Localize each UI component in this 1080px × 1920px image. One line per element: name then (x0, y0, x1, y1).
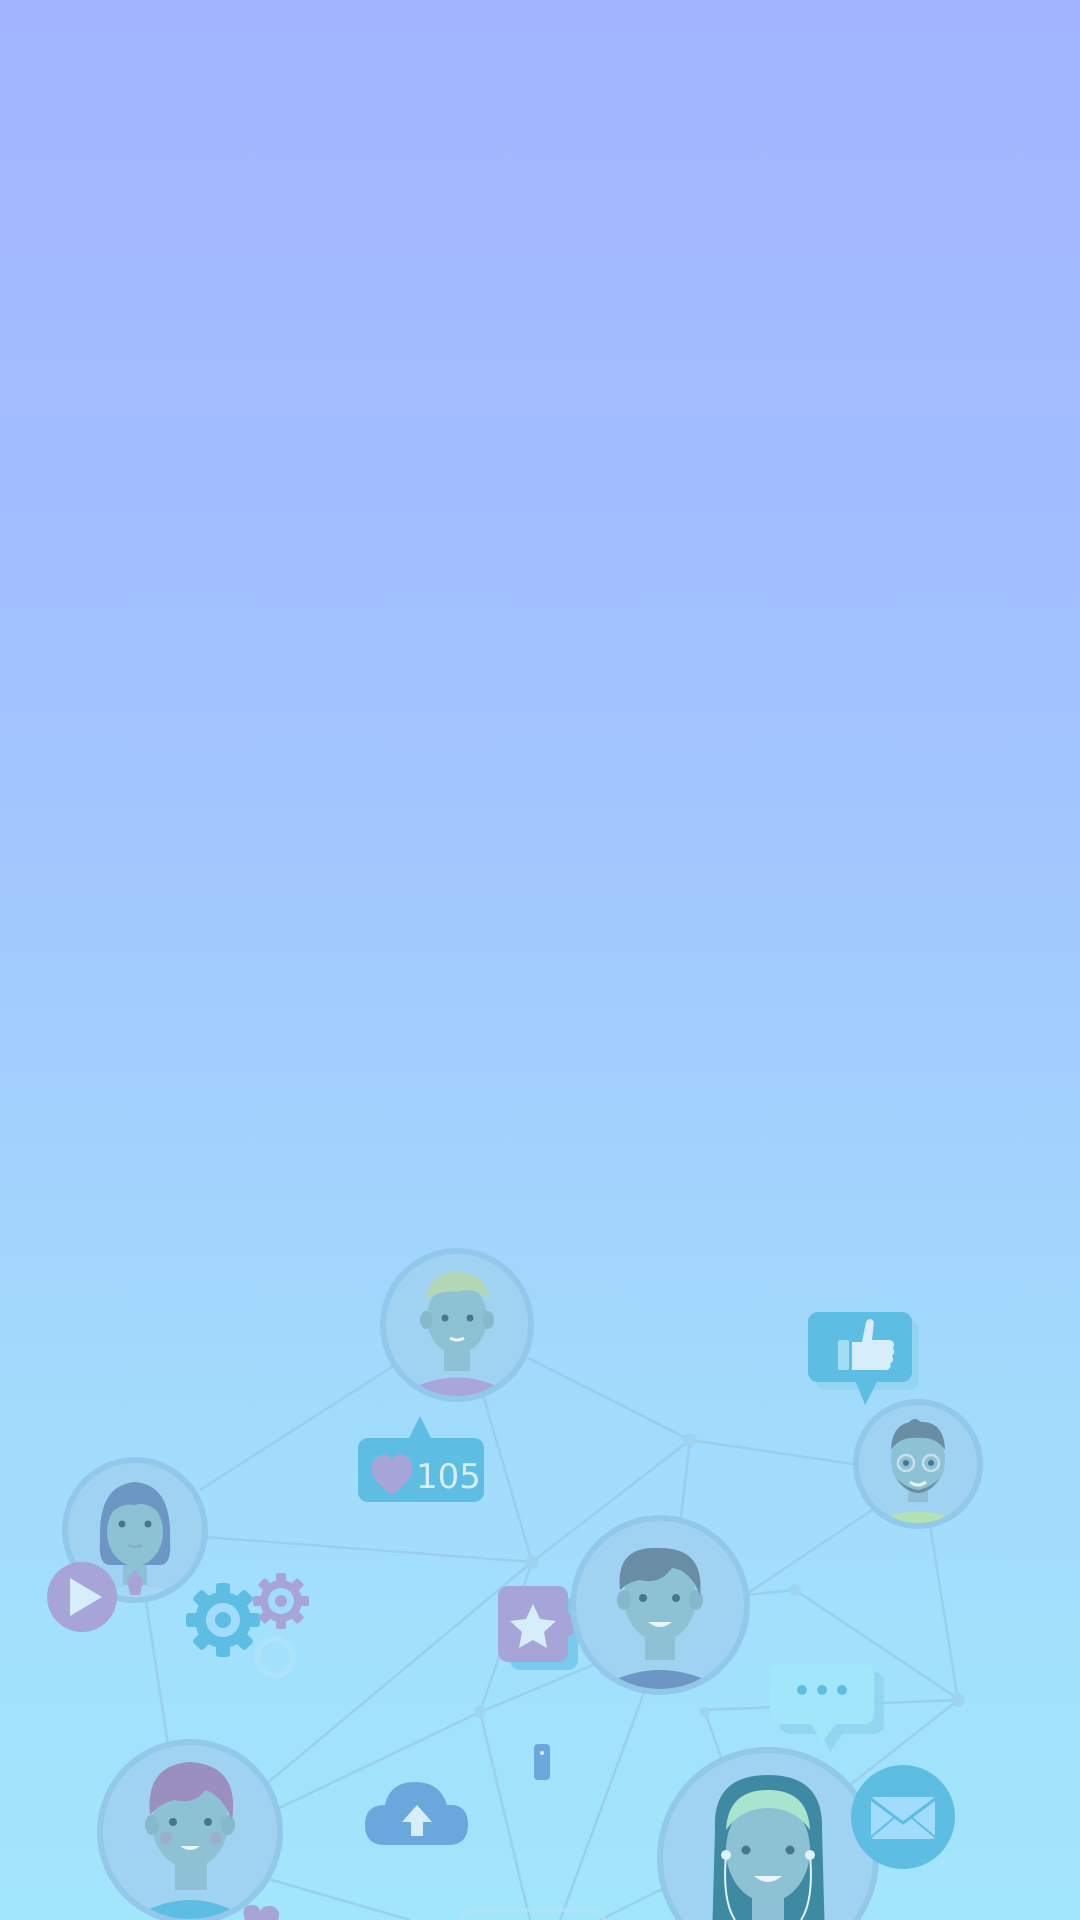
avatar-glasses-man (853, 1399, 983, 1529)
avatar-center-man (570, 1515, 750, 1695)
avatar-woman-bottom-left (97, 1739, 283, 1920)
avatar-woman-headband (657, 1747, 879, 1920)
play-icon (47, 1562, 117, 1632)
like-badge: 105 (358, 1416, 484, 1502)
gear-icon (186, 1573, 309, 1678)
cloud-upload-icon (365, 1782, 468, 1845)
chat-icon (797, 1685, 847, 1695)
chat-bubble (770, 1664, 884, 1752)
avatar-blond-man (380, 1248, 534, 1402)
bottom-card (458, 1908, 607, 1920)
like-count: 105 (416, 1457, 481, 1497)
thumbs-up-bubble (808, 1312, 919, 1405)
mail-icon (851, 1765, 955, 1869)
phone-icon (534, 1744, 550, 1780)
social-network-illustration: 105 (47, 1248, 983, 1920)
